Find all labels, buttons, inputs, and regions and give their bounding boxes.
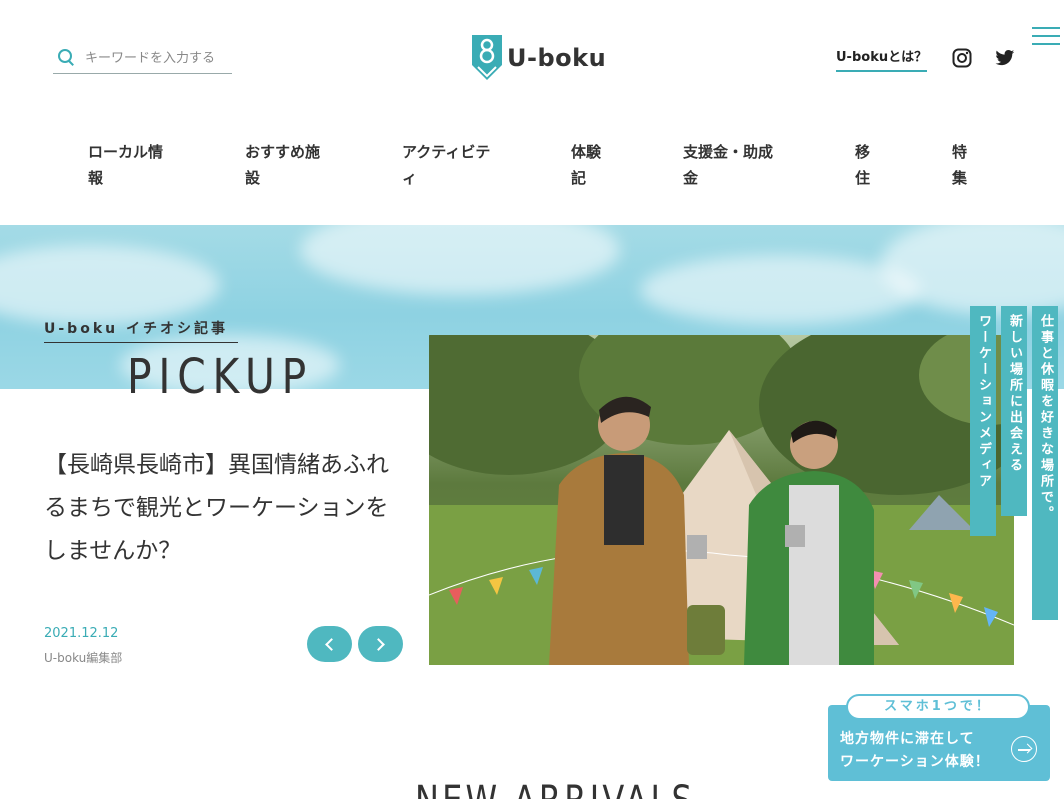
promo-line: 地方物件に滞在して xyxy=(840,731,975,747)
tagline-new-places: 新しい場所に出会える xyxy=(1001,306,1027,516)
search-input[interactable] xyxy=(85,50,225,66)
chevron-left-icon xyxy=(325,637,338,651)
tagline-workation-media: ワーケーションメディア xyxy=(970,306,996,536)
search-box[interactable] xyxy=(53,43,232,74)
twitter-icon[interactable] xyxy=(995,49,1015,67)
pickup-heading: PICKUP xyxy=(127,349,314,405)
promo-badge: スマホ1つで！ xyxy=(846,694,1030,720)
nav-item-relocation[interactable]: 移 住 xyxy=(855,139,870,191)
nav-label: 金 xyxy=(683,169,699,187)
nav-label: 支援金・助成 xyxy=(683,143,774,161)
chevron-right-icon xyxy=(372,637,385,651)
pickup-label: U-boku イチオシ記事 xyxy=(44,318,238,343)
promo-line: ワーケーション体験！ xyxy=(840,754,990,770)
nav-item-activity[interactable]: アクティビテ ィ xyxy=(402,139,490,191)
article-author: U-boku編集部 xyxy=(44,651,123,665)
nav-item-feature[interactable]: 特 集 xyxy=(952,139,967,191)
nav-item-experience[interactable]: 体験 記 xyxy=(571,139,601,191)
nav-item-local-info[interactable]: ローカル情 報 xyxy=(88,139,163,191)
nav-label: ィ xyxy=(402,169,418,187)
hamburger-icon[interactable] xyxy=(1032,27,1060,47)
main-nav: ローカル情 報 おすすめ施 設 アクティビテ ィ 体験 記 支援金・助成 金 移… xyxy=(0,139,1064,199)
nav-label: 特 xyxy=(952,143,968,161)
pickup-article-photo[interactable] xyxy=(429,335,1014,665)
nav-label: 設 xyxy=(245,169,261,187)
tagline-work-vacation: 仕事と休暇を好きな場所で。 xyxy=(1032,306,1058,620)
new-arrivals-heading: NEW ARRIVALS xyxy=(415,778,695,799)
nav-item-subsidy[interactable]: 支援金・助成 金 xyxy=(683,139,773,191)
next-slide-button[interactable] xyxy=(358,626,403,662)
nav-label: 集 xyxy=(952,169,968,187)
arrow-right-circle-icon[interactable] xyxy=(1011,736,1037,762)
nav-label: 住 xyxy=(855,169,871,187)
nav-label: 移 xyxy=(855,143,871,161)
prev-slide-button[interactable] xyxy=(307,626,352,662)
nav-label: 報 xyxy=(88,169,104,187)
nav-label: おすすめ施 xyxy=(245,143,321,161)
nav-label: 記 xyxy=(571,169,587,187)
logo-mark-icon xyxy=(472,35,502,80)
nav-label: ローカル情 xyxy=(88,143,164,161)
site-logo[interactable]: U-boku xyxy=(471,34,606,82)
pickup-article-title[interactable]: 【長崎県長崎市】異国情緒あふれるまちで観光とワーケーションをしませんか？ xyxy=(44,444,404,573)
instagram-icon[interactable] xyxy=(952,48,972,68)
logo-text: U-boku xyxy=(507,44,607,72)
promo-text: 地方物件に滞在して ワーケーション体験！ xyxy=(840,728,990,774)
about-link[interactable]: U-bokuとは？ xyxy=(836,46,928,72)
nav-label: 体験 xyxy=(571,143,602,161)
nav-label: アクティビテ xyxy=(402,143,491,161)
article-date: 2021.12.12 xyxy=(44,626,119,641)
search-icon xyxy=(57,48,77,68)
nav-item-recommended-facilities[interactable]: おすすめ施 設 xyxy=(245,139,320,191)
